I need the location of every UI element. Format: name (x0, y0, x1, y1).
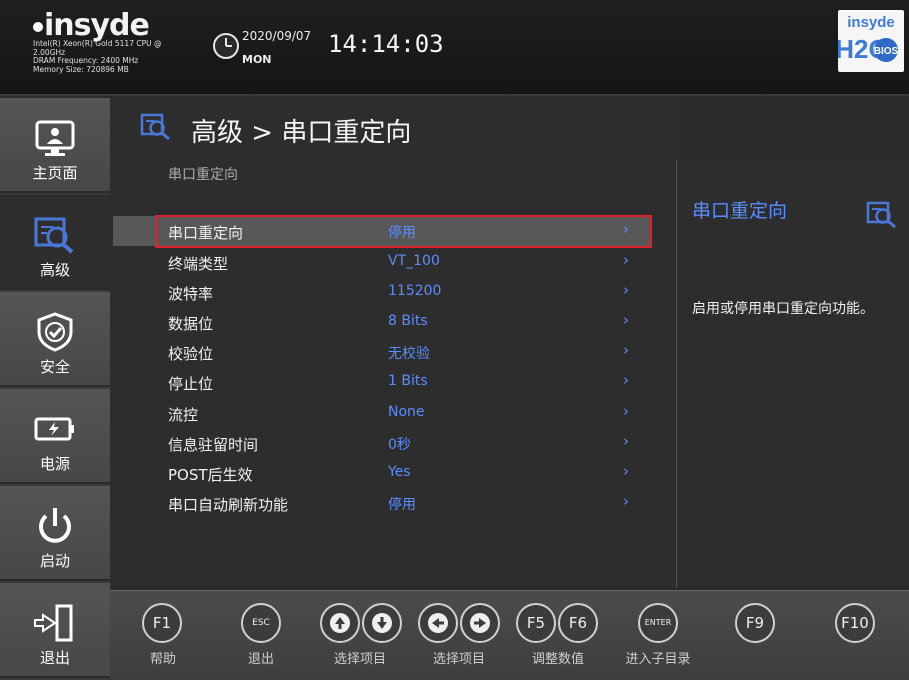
arrow-up-icon (330, 613, 350, 633)
setting-row-stop-bits[interactable]: 停止位 1 Bits › (113, 367, 650, 397)
setting-row-baud-rate[interactable]: 波特率 115200 › (113, 277, 650, 307)
enter-key[interactable]: ENTER (638, 603, 678, 643)
sidebar-item-boot[interactable]: 启动 (0, 486, 110, 581)
setting-name: 停止位 (168, 375, 214, 393)
setting-name: POST后生效 (168, 466, 253, 484)
system-info: Intel(R) Xeon(R) Gold 5117 CPU @ 2.00GHz… (33, 39, 162, 74)
memory-size: Memory Size: 720896 MB (33, 64, 129, 74)
setting-row-info-wait-time[interactable]: 信息驻留时间 0秒 › (113, 428, 650, 458)
setting-value[interactable]: 无校验 (388, 343, 430, 363)
setting-row-data-bits[interactable]: 数据位 8 Bits › (113, 307, 650, 337)
arrow-left-icon (428, 613, 448, 633)
f1-key[interactable]: F1 (142, 603, 182, 643)
sidebar: 主页面 高级 安全 电源 启动 退出 (0, 98, 110, 680)
arrow-right-icon (470, 613, 490, 633)
chevron-right-icon: › (623, 371, 629, 389)
esc-key-label: 退出 (247, 652, 274, 667)
setting-value[interactable]: 115200 (388, 283, 441, 299)
sidebar-item-label: 主页面 (32, 164, 78, 182)
sidebar-item-label: 电源 (39, 455, 70, 473)
setting-row-auto-refresh[interactable]: 串口自动刷新功能 停用 › (113, 488, 650, 518)
right-arrow-key[interactable] (460, 603, 500, 643)
h2o-bios-logo: insyde H2O BIOS (835, 10, 904, 72)
advanced-icon (34, 217, 74, 254)
enter-key-label: 进入子目录 (625, 652, 691, 667)
setting-row-after-post[interactable]: POST后生效 Yes › (113, 458, 650, 488)
setting-row-terminal-type[interactable]: 终端类型 VT_100 › (113, 247, 650, 277)
help-title: 串口重定向 (692, 200, 788, 222)
chevron-right-icon: › (623, 341, 629, 359)
sidebar-item-security[interactable]: 安全 (0, 292, 110, 387)
section-title: 串口重定向 (168, 167, 238, 183)
arrow-down-icon (372, 613, 392, 633)
chevron-right-icon: › (623, 402, 629, 420)
setting-value[interactable]: 0秒 (388, 434, 411, 454)
sidebar-item-label: 退出 (39, 649, 70, 667)
chevron-right-icon: › (623, 311, 629, 329)
sidebar-item-main[interactable]: 主页面 (0, 98, 110, 193)
advanced-icon (866, 201, 896, 229)
setting-name: 校验位 (168, 345, 214, 363)
h2o-logo-insyde: insyde (847, 14, 895, 31)
up-arrow-key[interactable] (320, 603, 360, 643)
setting-name: 串口自动刷新功能 (168, 496, 289, 514)
shield-icon (37, 312, 73, 352)
selection-highlight (155, 215, 652, 248)
h2o-logo-bios: BIOS (874, 46, 899, 57)
advanced-icon (140, 113, 170, 141)
up-down-key-label: 选择项目 (333, 652, 386, 667)
monitor-icon (35, 120, 75, 156)
date-display: 2020/09/07 (242, 29, 312, 43)
sidebar-item-label: 高级 (39, 261, 70, 279)
setting-name: 流控 (168, 406, 199, 424)
down-arrow-key[interactable] (362, 603, 402, 643)
setting-name: 波特率 (168, 285, 214, 303)
chevron-right-icon: › (623, 462, 629, 480)
left-right-key-label: 选择项目 (432, 652, 485, 667)
sidebar-item-power[interactable]: 电源 (0, 389, 110, 484)
f10-key[interactable]: F10 (835, 603, 875, 643)
sidebar-item-label: 安全 (39, 358, 70, 376)
setting-value[interactable]: None (388, 404, 425, 420)
f6-key[interactable]: F6 (558, 603, 598, 643)
sidebar-item-advanced[interactable]: 高级 (0, 195, 110, 290)
power-icon (39, 508, 71, 543)
chevron-right-icon: › (623, 251, 629, 269)
setting-name: 信息驻留时间 (168, 436, 259, 454)
esc-key[interactable]: ESC (241, 603, 281, 643)
day-display: MON (242, 53, 272, 66)
setting-value[interactable]: Yes (388, 464, 411, 480)
setting-value[interactable]: 1 Bits (388, 373, 428, 389)
setting-value[interactable]: VT_100 (388, 253, 440, 269)
sidebar-item-exit[interactable]: 退出 (0, 583, 110, 678)
chevron-right-icon: › (623, 492, 629, 510)
help-description: 启用或停用串口重定向功能。 (692, 301, 874, 317)
time-display: 14:14:03 (328, 30, 444, 58)
left-arrow-key[interactable] (418, 603, 458, 643)
f1-key-label: 帮助 (149, 652, 176, 667)
f9-key[interactable]: F9 (735, 603, 775, 643)
chevron-right-icon: › (623, 281, 629, 299)
battery-icon (34, 417, 74, 441)
exit-door-icon (34, 604, 73, 642)
breadcrumb: 高级 > 串口重定向 (191, 118, 412, 148)
setting-value[interactable]: 停用 (388, 494, 416, 514)
sidebar-item-label: 启动 (39, 552, 70, 570)
setting-value[interactable]: 8 Bits (388, 313, 428, 329)
setting-row-parity[interactable]: 校验位 无校验 › (113, 337, 650, 367)
setting-name: 终端类型 (168, 255, 229, 273)
clock-icon (213, 33, 239, 59)
insyde-logo: insyde (33, 8, 150, 43)
chevron-right-icon: › (623, 432, 629, 450)
setting-name: 数据位 (168, 315, 214, 333)
f5-f6-key-label: 调整数值 (531, 652, 584, 667)
setting-row-flow-control[interactable]: 流控 None › (113, 398, 650, 428)
f5-key[interactable]: F5 (516, 603, 556, 643)
